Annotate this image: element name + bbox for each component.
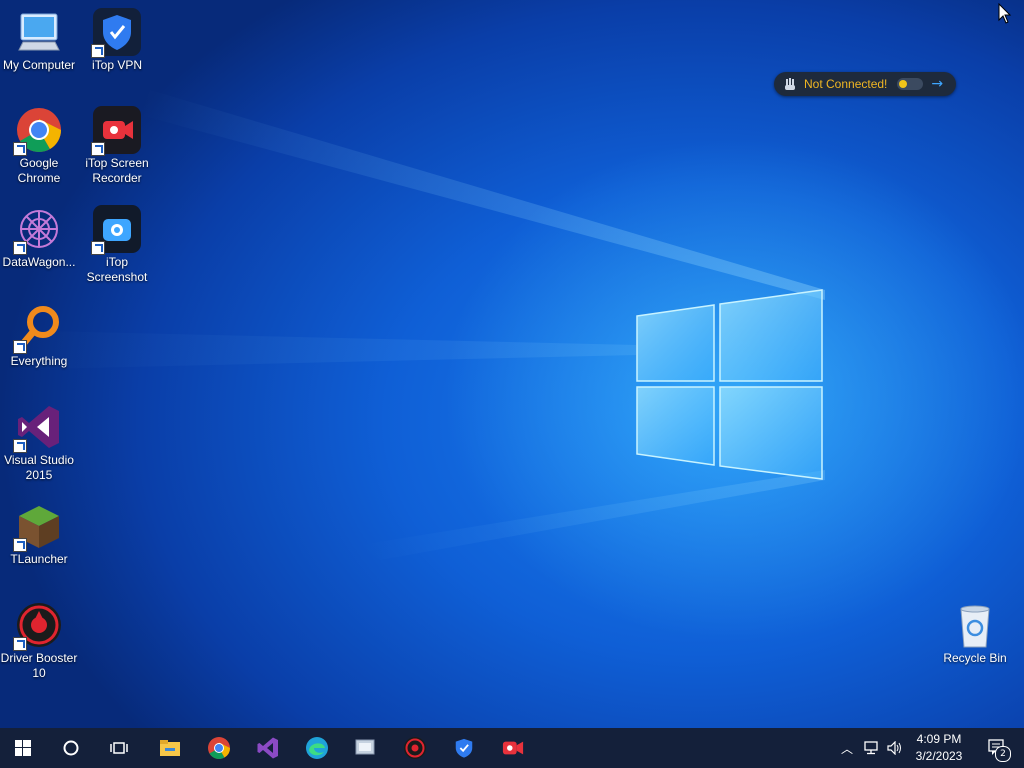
icon-label: DataWagon...	[2, 255, 76, 269]
taskbar-datawagon[interactable]	[343, 728, 389, 768]
recycle-bin-icon	[951, 601, 999, 649]
itop-vpn-icon	[91, 8, 141, 58]
icon-label: iTop VPN	[91, 58, 143, 72]
search-button[interactable]	[48, 728, 94, 768]
everything-icon	[13, 304, 63, 354]
arrow-right-icon[interactable]: →	[931, 76, 943, 92]
volume-icon	[887, 741, 901, 755]
icon-label: Visual Studio 2015	[4, 453, 74, 482]
file-explorer-icon	[160, 740, 180, 756]
taskbar-chrome[interactable]	[196, 728, 242, 768]
taskbar-itop-screen-recorder[interactable]	[490, 728, 536, 768]
desktop-icon-itop-screen-recorder[interactable]: iTop Screen Recorder	[78, 106, 156, 186]
itop-vpn-icon	[455, 738, 473, 758]
icon-label: Everything	[10, 354, 68, 368]
clock-date: 3/2/2023	[915, 749, 963, 763]
visual-studio-icon	[13, 403, 63, 453]
desktop-icon-visual-studio[interactable]: Visual Studio 2015	[0, 403, 78, 483]
icon-label: Driver Booster 10	[0, 651, 78, 680]
taskbar-clock[interactable]: 4:09 PM 3/2/2023	[906, 731, 972, 765]
windows-logo	[636, 289, 823, 480]
datawagon-icon	[13, 205, 63, 255]
search-icon	[63, 740, 79, 756]
driver-booster-icon	[404, 737, 426, 759]
taskbar-itop-vpn[interactable]	[441, 728, 487, 768]
start-icon	[15, 740, 31, 756]
icon-label: TLauncher	[10, 552, 68, 566]
volume-button[interactable]	[884, 728, 906, 768]
clock-time: 4:09 PM	[916, 732, 962, 746]
notification-count-badge: 2	[995, 746, 1011, 762]
chevron-up-icon: ︿	[840, 741, 853, 756]
network-icon	[864, 741, 878, 755]
icon-label: Google Chrome	[17, 156, 61, 185]
start-button[interactable]	[0, 728, 46, 768]
desktop-icon-tlauncher[interactable]: TLauncher	[0, 502, 78, 567]
itop-screen-recorder-icon	[91, 106, 141, 156]
desktop-icon-my-computer[interactable]: My Computer	[0, 8, 78, 73]
vpn-status-text: Not Connected!	[804, 77, 888, 91]
icon-label: Recycle Bin	[943, 651, 1007, 665]
itop-screen-recorder-icon	[502, 741, 524, 755]
icon-label: iTop Screenshot	[86, 255, 148, 284]
desktop-icon-itop-vpn[interactable]: iTop VPN	[78, 8, 156, 73]
desktop-icon-recycle-bin[interactable]: Recycle Bin	[936, 601, 1014, 666]
desktop-icon-everything[interactable]: Everything	[0, 304, 78, 369]
vpn-connect-toggle[interactable]	[897, 78, 924, 90]
action-center-button[interactable]: 2	[978, 728, 1018, 768]
mouse-cursor-icon	[998, 3, 1012, 24]
driver-booster-icon	[13, 601, 63, 651]
taskbar-edge[interactable]	[294, 728, 340, 768]
vpn-hand-icon	[782, 76, 798, 92]
taskbar: ︿ 4:09 PM 3/2/2023 2	[0, 728, 1024, 768]
task-view-button[interactable]	[96, 728, 142, 768]
taskbar-file-explorer[interactable]	[147, 728, 193, 768]
task-view-icon	[110, 742, 128, 754]
itop-screenshot-icon	[91, 205, 141, 255]
desktop-icon-datawagon[interactable]: DataWagon...	[0, 205, 78, 270]
datawagon-icon	[355, 739, 375, 755]
show-hidden-icons-button[interactable]: ︿	[838, 728, 856, 768]
desktop: My Computer iTop VPN Google Chrome iTop …	[0, 0, 1024, 728]
chrome-icon	[13, 106, 63, 156]
desktop-icon-google-chrome[interactable]: Google Chrome	[0, 106, 78, 186]
icon-label: iTop Screen Recorder	[85, 156, 149, 185]
taskbar-visual-studio[interactable]	[245, 728, 291, 768]
chrome-icon	[208, 737, 230, 759]
desktop-icon-driver-booster[interactable]: Driver Booster 10	[0, 601, 78, 681]
tlauncher-icon	[13, 502, 63, 552]
computer-icon	[15, 8, 63, 56]
desktop-icon-itop-screenshot[interactable]: iTop Screenshot	[78, 205, 156, 285]
edge-icon	[306, 737, 328, 759]
icon-label: My Computer	[2, 58, 76, 72]
visual-studio-icon	[257, 737, 278, 759]
vpn-status-widget[interactable]: Not Connected! →	[774, 72, 956, 96]
network-button[interactable]	[860, 728, 882, 768]
taskbar-driver-booster[interactable]	[392, 728, 438, 768]
